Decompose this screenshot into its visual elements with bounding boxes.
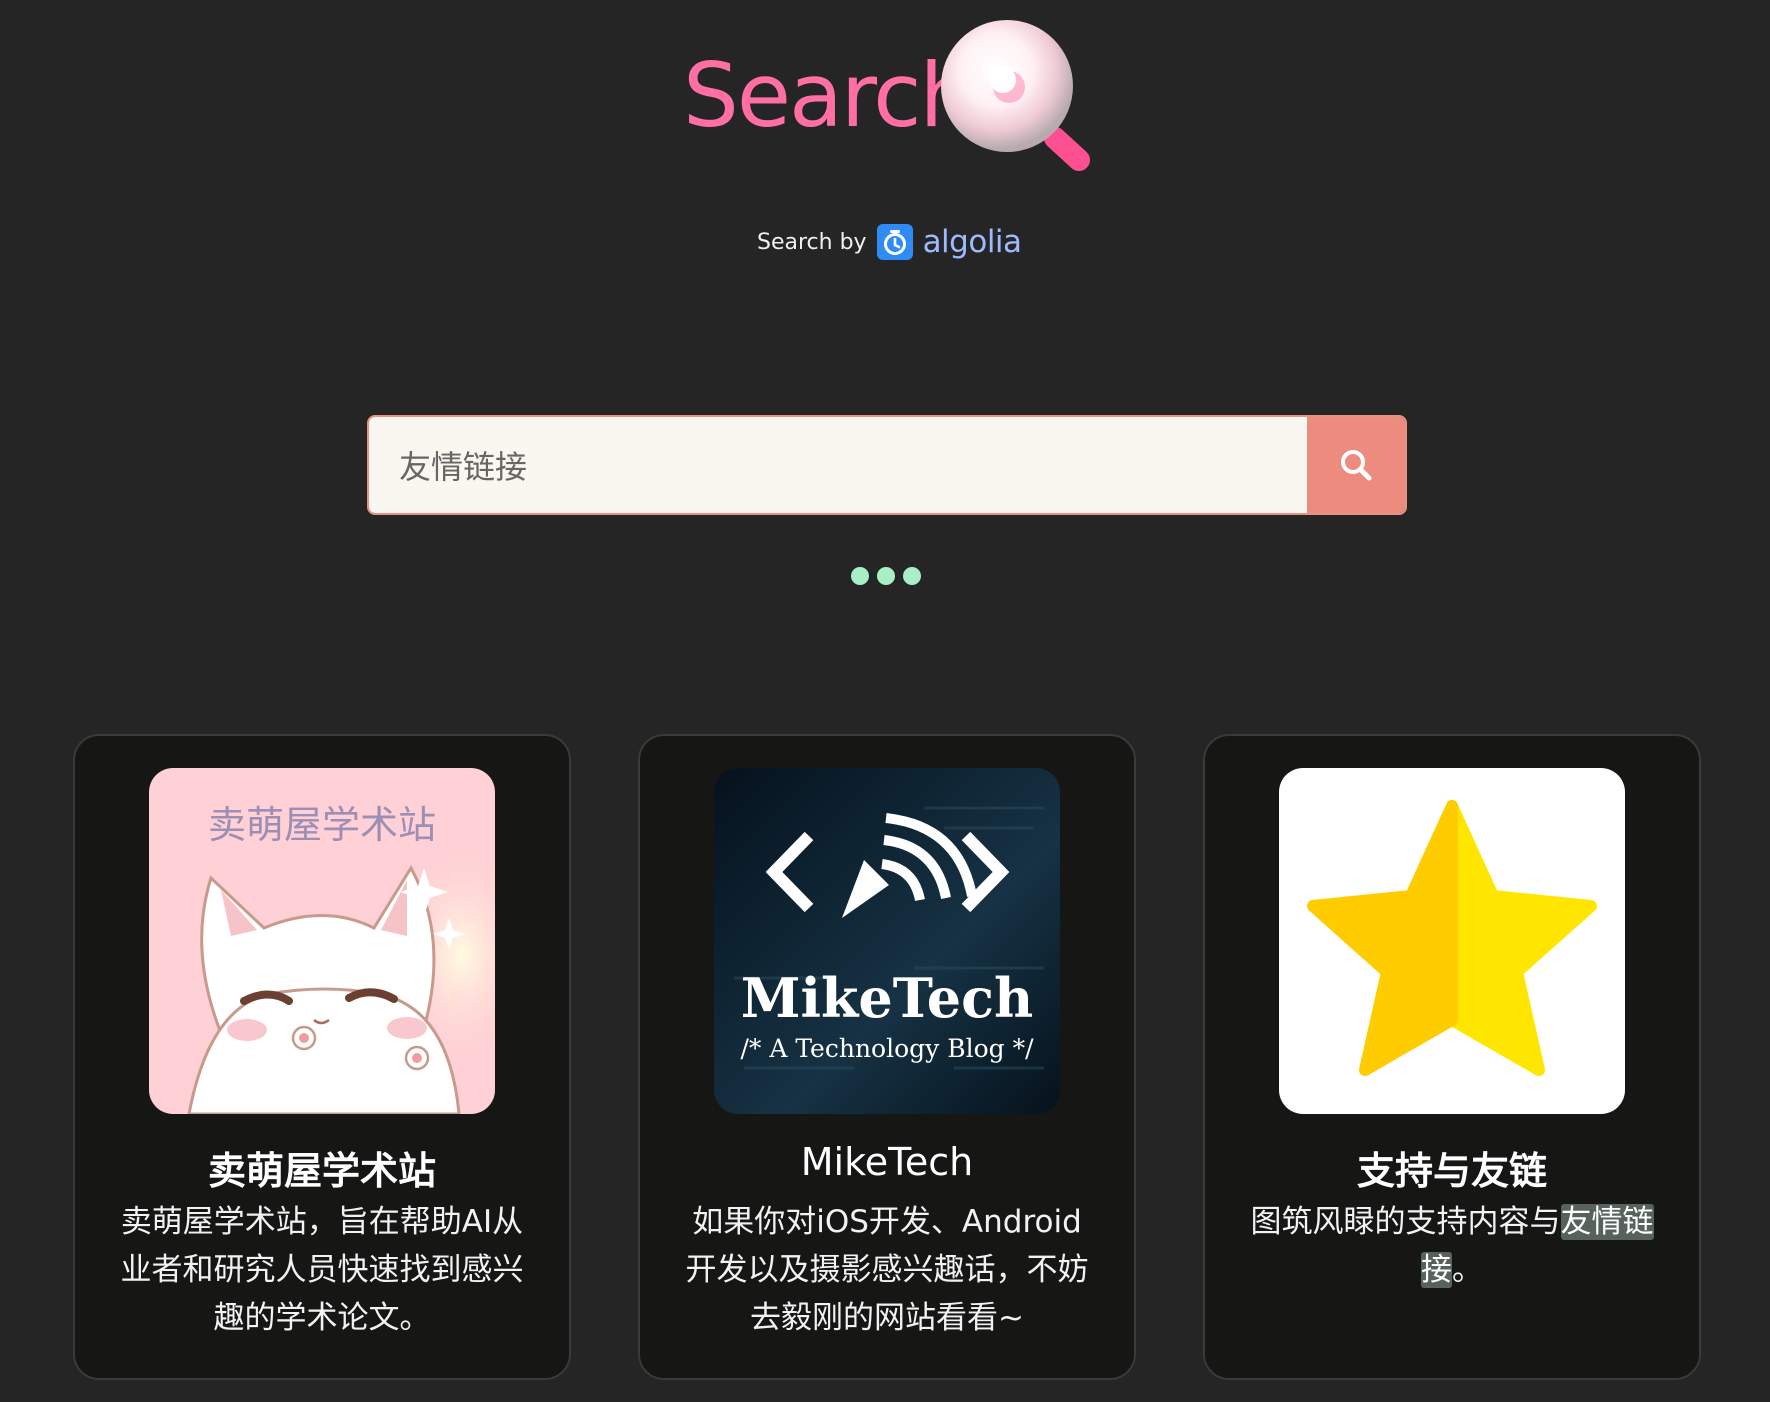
result-card[interactable]: MikeTech /* A Technology Blog */ MikeTec… [638, 734, 1136, 1380]
description-text: 图筑风睩的支持内容与 [1250, 1204, 1561, 1240]
search-bar[interactable] [367, 415, 1407, 515]
card-title[interactable]: 支持与友链 [1205, 1140, 1699, 1195]
description-text: 。 [1452, 1252, 1483, 1288]
card-description: 图筑风睩的支持内容与友情链接。 [1243, 1198, 1661, 1294]
search-by-label: Search by [757, 229, 867, 255]
card-title[interactable]: MikeTech [640, 1140, 1134, 1184]
cat-illustration [187, 848, 495, 1114]
card-image-miketech: MikeTech /* A Technology Blog */ [714, 768, 1060, 1114]
loading-dot [851, 567, 869, 585]
card-image-star [1279, 768, 1625, 1114]
search-by-algolia[interactable]: Search by algolia [757, 222, 1022, 262]
loading-indicator [851, 567, 921, 585]
loading-dot [903, 567, 921, 585]
search-results: 卖萌屋学术站 卖萌屋学术站 卖萌屋学术站，旨在帮助AI从业者和研究人员快速找到感… [73, 734, 1701, 1382]
card-description: 卖萌屋学术站，旨在帮助AI从业者和研究人员快速找到感兴趣的学术论文。 [120, 1204, 524, 1336]
card-image-subtext: /* A Technology Blog */ [740, 1034, 1034, 1063]
logo-text: Search [683, 44, 975, 147]
result-card[interactable]: 卖萌屋学术站 卖萌屋学术站 卖萌屋学术站，旨在帮助AI从业者和研究人员快速找到感… [73, 734, 571, 1380]
result-card[interactable]: 支持与友链 图筑风睩的支持内容与友情链接。 [1203, 734, 1701, 1380]
search-highlight: 接 [1421, 1252, 1452, 1288]
card-image-text: MikeTech [740, 966, 1034, 1030]
search-button[interactable] [1307, 417, 1405, 513]
search-input[interactable] [369, 417, 1307, 513]
magnifier-bubble-icon [941, 20, 1090, 171]
star-icon [1307, 800, 1597, 1076]
card-description: 如果你对iOS开发、Android开发以及摄影感兴趣话，不妨去毅刚的网站看看~ [685, 1204, 1089, 1336]
search-icon [1341, 450, 1372, 481]
loading-dot [877, 567, 895, 585]
card-title[interactable]: 卖萌屋学术站 [75, 1140, 569, 1195]
search-logo: Search [683, 18, 1103, 178]
card-image-mengwu: 卖萌屋学术站 [149, 768, 495, 1114]
search-highlight: 友情链 [1560, 1204, 1654, 1240]
algolia-icon [876, 224, 913, 260]
algolia-brand: algolia [922, 224, 1022, 260]
